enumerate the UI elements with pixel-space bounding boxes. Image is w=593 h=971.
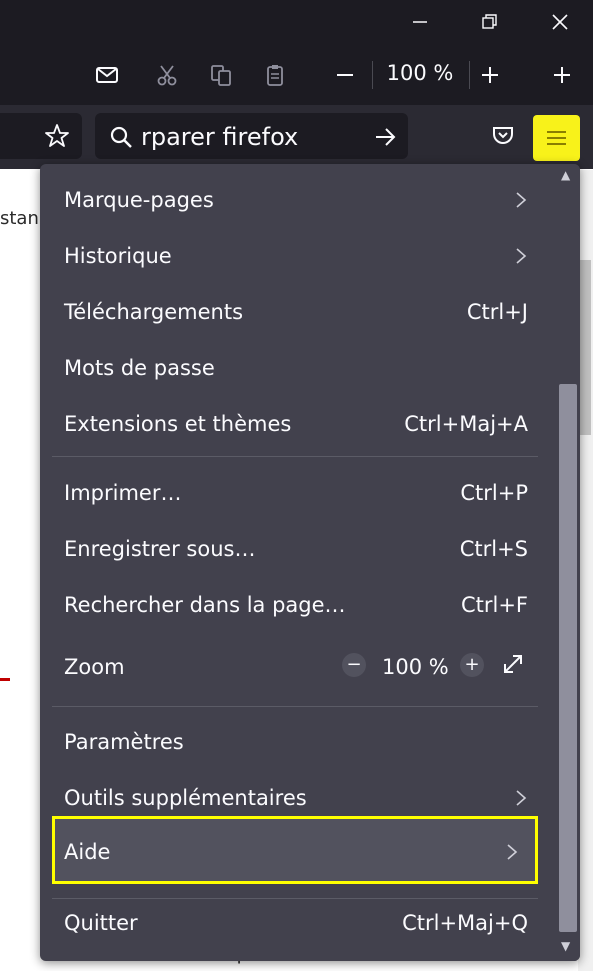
menu-item-shortcut: Ctrl+Maj+A	[404, 412, 528, 436]
search-bar[interactable]: rparer firefox	[95, 113, 408, 159]
menu-item-zoom: Zoom − 100 % +	[52, 644, 538, 690]
copy-icon	[211, 65, 231, 86]
menu-item-find-in-page[interactable]: Rechercher dans la page… Ctrl+F	[52, 582, 538, 628]
search-input[interactable]: rparer firefox	[141, 123, 298, 151]
scroll-down-icon[interactable]: ▼	[561, 939, 570, 953]
app-menu-panel: Marque-pages Historique Téléchargements …	[40, 164, 580, 961]
menu-item-label: Quitter	[64, 911, 138, 935]
pocket-icon	[493, 127, 513, 144]
minus-icon	[337, 74, 353, 76]
menu-item-label: Mots de passe	[64, 356, 215, 380]
menu-item-label: Enregistrer sous…	[64, 537, 256, 561]
restore-icon	[482, 14, 497, 29]
menu-item-shortcut: Ctrl+P	[460, 481, 528, 505]
title-bar	[0, 0, 593, 45]
edit-toolbar: 100 %	[0, 45, 593, 105]
cut-icon	[157, 65, 177, 86]
menu-item-settings[interactable]: Paramètres	[52, 719, 538, 765]
menu-item-save-as[interactable]: Enregistrer sous… Ctrl+S	[52, 526, 538, 572]
menu-item-label: Marque-pages	[64, 188, 214, 212]
menu-item-passwords[interactable]: Mots de passe	[52, 345, 538, 391]
menu-item-shortcut: Ctrl+Maj+Q	[402, 911, 528, 935]
page-scrollbar-thumb[interactable]	[580, 260, 591, 435]
menu-item-shortcut: Ctrl+J	[466, 300, 528, 324]
menu-scrollbar-thumb[interactable]	[559, 384, 577, 932]
minimize-button[interactable]	[395, 0, 445, 45]
arrow-right-icon[interactable]	[373, 125, 397, 149]
close-window-button[interactable]	[535, 0, 585, 45]
page-scrollbar[interactable]	[578, 170, 593, 971]
chevron-right-icon	[516, 248, 527, 264]
menu-item-label: Zoom	[64, 655, 125, 679]
email-link-button[interactable]	[89, 57, 125, 93]
menu-item-downloads[interactable]: Téléchargements Ctrl+J	[52, 289, 538, 335]
fullscreen-icon[interactable]	[501, 652, 525, 676]
menu-item-label: Outils supplémentaires	[64, 786, 307, 810]
plus-icon	[482, 67, 498, 83]
menu-item-label: Paramètres	[64, 730, 184, 754]
separator	[469, 61, 470, 89]
navigation-toolbar: rparer firefox	[0, 105, 593, 169]
menu-zoom-level[interactable]: 100 %	[382, 655, 449, 679]
star-icon	[45, 124, 69, 147]
chevron-right-icon	[507, 844, 518, 860]
menu-separator	[52, 898, 538, 899]
zoom-out-button[interactable]	[327, 57, 363, 93]
chevron-right-icon	[516, 192, 527, 208]
menu-item-bookmarks[interactable]: Marque-pages	[52, 177, 538, 223]
menu-item-shortcut: Ctrl+F	[460, 593, 528, 617]
new-tab-button[interactable]	[544, 57, 580, 93]
menu-item-print[interactable]: Imprimer… Ctrl+P	[52, 470, 538, 516]
menu-scrollbar[interactable]: ▲ ▼	[556, 164, 580, 961]
menu-zoom-in-button[interactable]: +	[460, 653, 484, 677]
menu-item-label: Historique	[64, 244, 172, 268]
scroll-up-icon[interactable]: ▲	[561, 168, 570, 182]
paste-button[interactable]	[257, 57, 293, 93]
menu-item-label: Téléchargements	[64, 300, 244, 324]
menu-item-label: Rechercher dans la page…	[64, 593, 346, 617]
menu-zoom-out-button[interactable]: −	[342, 653, 366, 677]
menu-item-history[interactable]: Historique	[52, 233, 538, 279]
plus-icon	[554, 67, 570, 83]
menu-separator	[52, 456, 538, 457]
cut-button[interactable]	[149, 57, 185, 93]
page-red-line	[0, 678, 10, 681]
menu-item-help[interactable]: Aide	[52, 816, 538, 884]
separator	[372, 61, 373, 89]
app-menu-button[interactable]	[533, 115, 580, 161]
pocket-button[interactable]	[485, 117, 521, 153]
restore-button[interactable]	[465, 0, 515, 45]
menu-item-label: Imprimer…	[64, 481, 182, 505]
zoom-reset-button[interactable]: 100 %	[380, 61, 460, 85]
close-icon	[552, 14, 568, 30]
bookmark-star-button[interactable]	[38, 117, 74, 153]
search-icon	[110, 126, 132, 148]
menu-item-label: Extensions et thèmes	[64, 412, 292, 436]
menu-separator	[52, 706, 538, 707]
menu-item-quit[interactable]: Quitter Ctrl+Maj+Q	[52, 900, 538, 946]
menu-item-label: Aide	[64, 840, 111, 864]
menu-item-extensions[interactable]: Extensions et thèmes Ctrl+Maj+A	[52, 401, 538, 447]
mail-icon	[96, 67, 118, 83]
copy-button[interactable]	[203, 57, 239, 93]
menu-item-more-tools[interactable]: Outils supplémentaires	[52, 775, 538, 821]
zoom-in-button[interactable]	[472, 57, 508, 93]
page-text-fragment: stan	[0, 208, 39, 229]
menu-item-shortcut: Ctrl+S	[459, 537, 528, 561]
minimize-icon	[413, 21, 427, 23]
chevron-right-icon	[516, 790, 527, 806]
paste-icon	[267, 65, 283, 86]
